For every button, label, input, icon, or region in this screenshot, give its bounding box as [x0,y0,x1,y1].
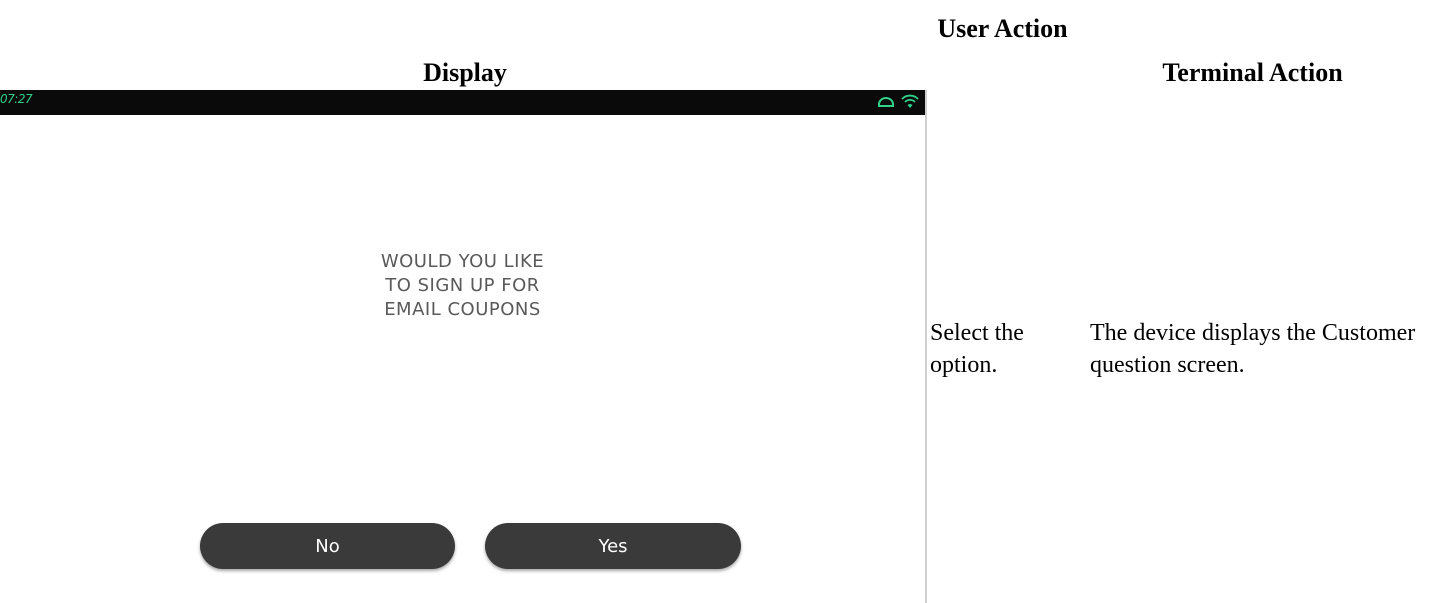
question-line: TO SIGN UP FOR [385,275,540,296]
display-column-header: Display [423,58,507,87]
terminal-action-text: The device displays the Customer questio… [1090,320,1416,378]
terminal-action-column-header: Terminal Action [1162,58,1343,87]
device-screen: 07:27 WOULD YOU LIKE TO SIGN UP FOR EMAI… [0,90,927,603]
status-bar: 07:27 [0,90,925,115]
user-action-column-header: User Action [937,14,1068,43]
no-button[interactable]: No [200,523,455,569]
question-line: WOULD YOU LIKE [380,251,545,272]
status-time: 07:27 [0,92,33,106]
question-text: WOULD YOU LIKE TO SIGN UP FOR EMAIL COUP… [0,250,925,322]
question-line: EMAIL COUPONS [384,299,541,320]
wifi-icon [901,93,919,114]
cloud-icon [877,94,895,113]
status-icons [877,93,919,114]
yes-button[interactable]: Yes [485,523,741,569]
user-action-text: Select the option. [930,320,1024,378]
